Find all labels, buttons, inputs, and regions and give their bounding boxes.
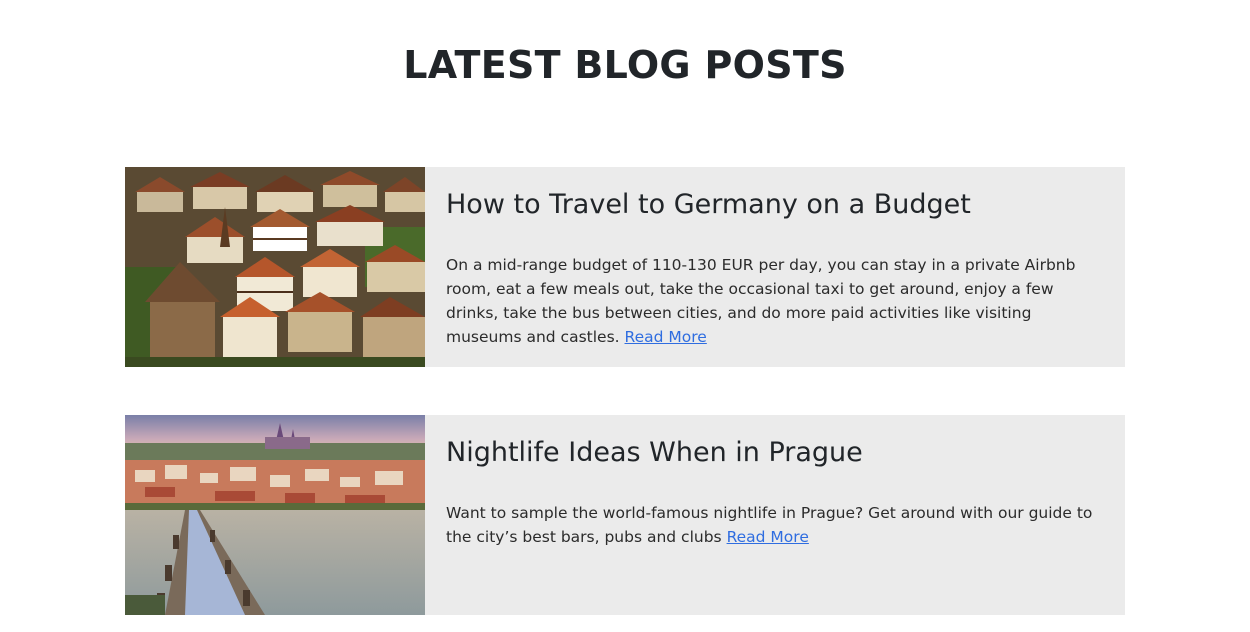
post-title[interactable]: Nightlife Ideas When in Prague bbox=[446, 433, 1108, 473]
post-body: How to Travel to Germany on a Budget On … bbox=[446, 185, 1108, 349]
blog-post-card: Nightlife Ideas When in Prague Want to s… bbox=[125, 415, 1125, 615]
post-thumbnail-germany[interactable] bbox=[125, 167, 425, 367]
read-more-link[interactable]: Read More bbox=[625, 328, 707, 346]
post-excerpt: On a mid-range budget of 110-130 EUR per… bbox=[446, 253, 1108, 349]
post-thumbnail-prague[interactable] bbox=[125, 415, 425, 615]
prague-bridge-image bbox=[125, 415, 425, 615]
page-title: LATEST BLOG POSTS bbox=[403, 43, 847, 87]
post-excerpt-text: On a mid-range budget of 110-130 EUR per… bbox=[446, 256, 1076, 346]
post-body: Nightlife Ideas When in Prague Want to s… bbox=[446, 433, 1108, 549]
read-more-link[interactable]: Read More bbox=[727, 528, 809, 546]
post-excerpt: Want to sample the world-famous nightlif… bbox=[446, 501, 1108, 549]
blog-post-card: How to Travel to Germany on a Budget On … bbox=[125, 167, 1125, 367]
germany-town-image bbox=[125, 167, 425, 367]
post-title[interactable]: How to Travel to Germany on a Budget bbox=[446, 185, 1108, 225]
